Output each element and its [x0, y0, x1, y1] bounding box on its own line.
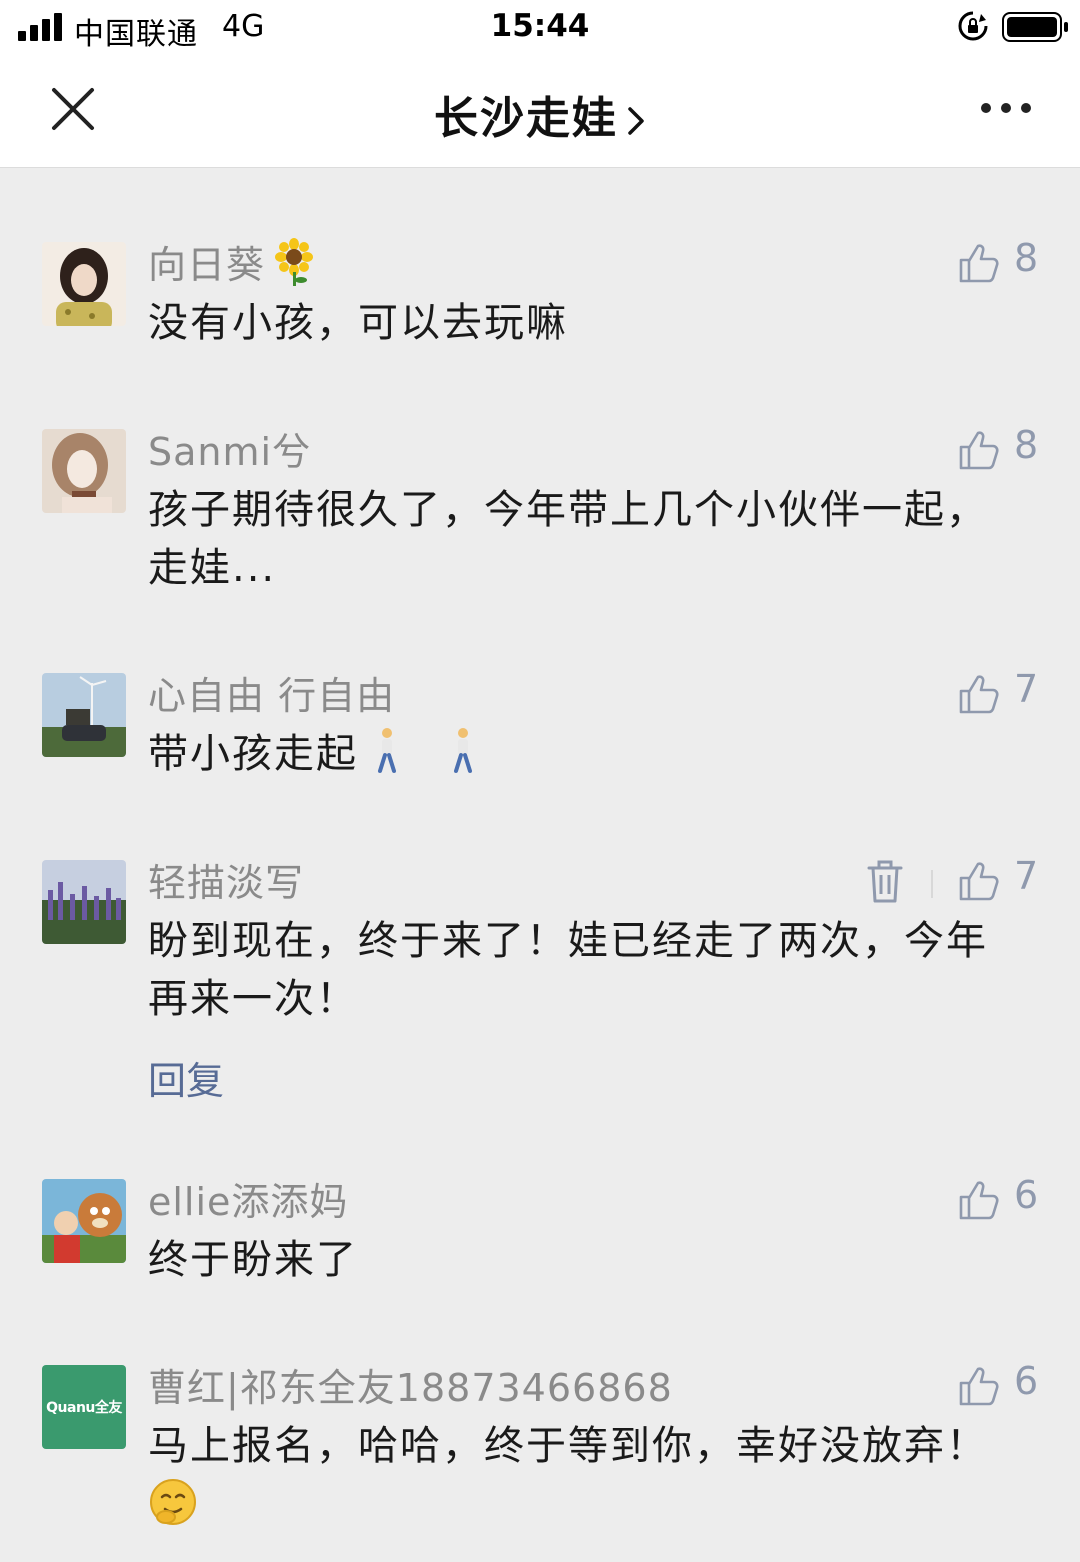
thumbs-up-icon	[959, 431, 999, 470]
sunflower-icon	[275, 238, 314, 286]
like-count: 6	[1014, 1173, 1039, 1217]
rotation-lock-icon	[958, 11, 988, 41]
like-button[interactable]: 6	[958, 1173, 1048, 1223]
like-count: 8	[1014, 236, 1039, 280]
comment-author: 心自由 行自由	[148, 674, 396, 718]
clock: 15:44	[490, 8, 590, 44]
page-title: 长沙走娃	[434, 93, 618, 144]
like-count: 7	[1014, 667, 1039, 711]
comment-author: 轻描淡写	[148, 861, 305, 905]
comment-author: 曹红|祁东全友18873466868	[148, 1366, 673, 1410]
avatar[interactable]	[42, 242, 126, 326]
thinking-face-icon	[150, 1479, 196, 1525]
walking-person-icon	[454, 728, 472, 773]
avatar[interactable]: Quanu全友	[42, 1365, 126, 1449]
avatar[interactable]	[42, 1179, 126, 1263]
comment-text: 孩子期待很久了，今年带上几个小伙伴一起，走娃...	[148, 487, 988, 591]
like-button[interactable]: 8	[958, 236, 1048, 286]
thumbs-up-icon	[959, 1181, 999, 1220]
thumbs-up-icon	[959, 675, 999, 714]
avatar[interactable]	[42, 860, 126, 944]
comment-text: 盼到现在，终于来了！娃已经走了两次，今年再来一次！	[148, 918, 988, 1022]
like-count: 7	[1014, 854, 1039, 898]
chevron-right-icon	[628, 107, 644, 135]
avatar[interactable]	[42, 429, 126, 513]
comment-author: Sanmi兮	[148, 430, 312, 474]
article-title-link[interactable]: 长沙走娃	[0, 82, 1080, 146]
like-count: 8	[1014, 423, 1039, 467]
comment-text: 终于盼来了	[148, 1237, 358, 1283]
like-button[interactable]: 7	[958, 854, 1048, 904]
status-bar: 中国联通 4G 15:44	[0, 0, 1080, 56]
comment-text: 马上报名，哈哈，终于等到你，幸好没放弃！	[148, 1417, 1028, 1533]
like-button[interactable]: 8	[958, 423, 1048, 473]
comment-author: ellie添添妈	[148, 1180, 349, 1224]
like-button[interactable]: 6	[958, 1359, 1048, 1409]
avatar[interactable]	[42, 673, 126, 757]
comment-author: 向日葵	[148, 234, 315, 289]
like-button[interactable]: 7	[958, 667, 1048, 717]
walking-person-icon	[378, 728, 396, 773]
like-count: 6	[1014, 1359, 1039, 1403]
more-options-icon[interactable]	[980, 100, 1032, 116]
thumbs-up-icon	[959, 1367, 999, 1406]
divider	[931, 870, 933, 898]
comment-text: 带小孩走起	[148, 725, 1028, 783]
navigation-bar: 长沙走娃	[0, 56, 1080, 168]
brand-logo: Quanu全友	[42, 1365, 126, 1449]
reply-link[interactable]: 回复	[148, 1050, 224, 1105]
battery-icon	[1002, 12, 1068, 42]
comment-text: 没有小孩，可以去玩嘛	[148, 300, 568, 346]
thumbs-up-icon	[959, 862, 999, 901]
trash-icon[interactable]	[866, 860, 904, 904]
thumbs-up-icon	[959, 244, 999, 283]
